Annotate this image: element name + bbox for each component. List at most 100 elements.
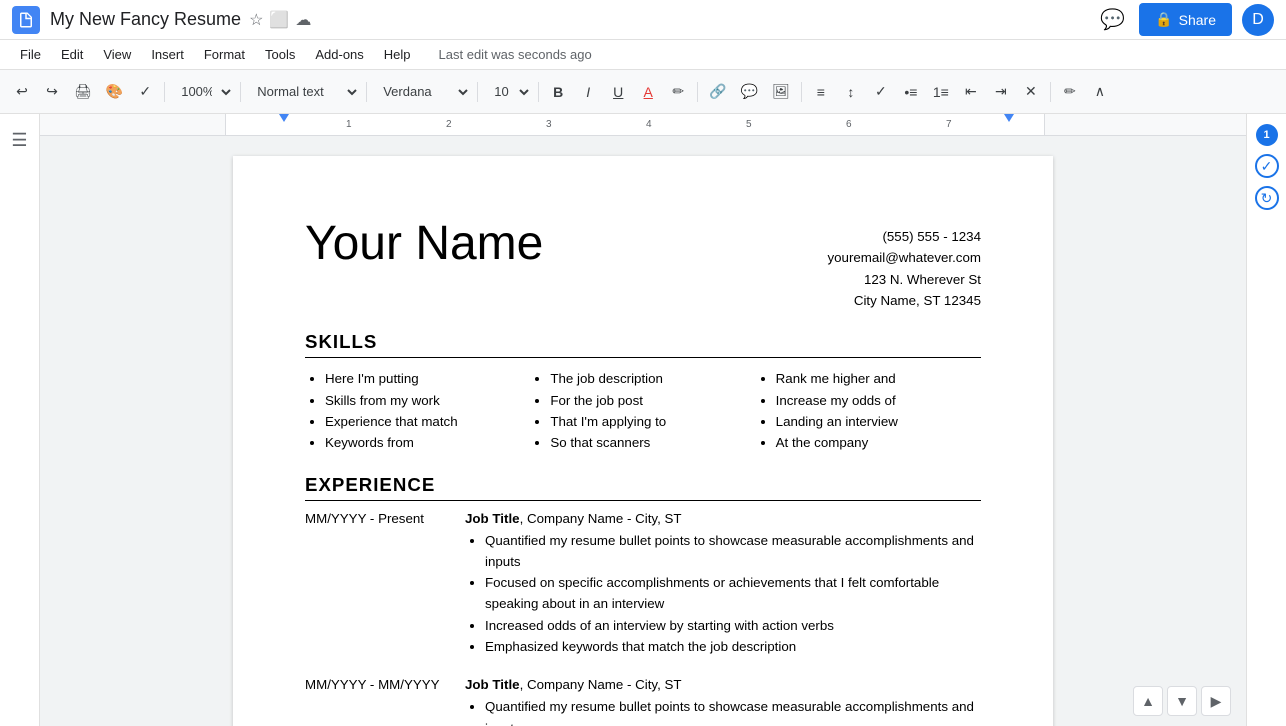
font-size-select[interactable]: 10 8 12 14 18 24: [483, 78, 533, 106]
experience-section: EXPERIENCE MM/YYYY - Present Job Title, …: [305, 474, 981, 726]
skill-item[interactable]: That I'm applying to: [550, 411, 755, 432]
skill-item[interactable]: Rank me higher and: [776, 368, 981, 389]
job-bullet[interactable]: Quantified my resume bullet points to sh…: [485, 530, 981, 573]
numbered-list-button[interactable]: 1≡: [927, 78, 955, 106]
right-check-button[interactable]: ✓: [1255, 154, 1279, 178]
menu-format[interactable]: Format: [196, 44, 253, 65]
menu-edit[interactable]: Edit: [53, 44, 91, 65]
menu-file[interactable]: File: [12, 44, 49, 65]
italic-button[interactable]: I: [574, 78, 602, 106]
cloud-icon[interactable]: ☁: [295, 10, 311, 30]
ruler-mark-7: 7: [946, 119, 952, 130]
underline-button[interactable]: U: [604, 78, 632, 106]
folder-icon[interactable]: ⬜: [269, 10, 289, 30]
ruler-left-indent[interactable]: [279, 114, 289, 122]
job-title-bold-2: Job Title: [465, 677, 520, 692]
job-title-1[interactable]: Job Title, Company Name - City, ST: [465, 511, 981, 526]
skill-item[interactable]: Experience that match: [325, 411, 530, 432]
job-company-2: , Company Name - City, ST: [520, 677, 682, 692]
contact-address[interactable]: 123 N. Wherever St: [827, 269, 981, 290]
line-spacing-button[interactable]: ↕: [837, 78, 865, 106]
skill-item[interactable]: Skills from my work: [325, 390, 530, 411]
skill-item[interactable]: Increase my odds of: [776, 390, 981, 411]
resume-name[interactable]: Your Name: [305, 216, 543, 271]
main-layout: ☰ 1 2 3 4 1 2 3 4 5 6 7: [0, 114, 1286, 726]
skill-item[interactable]: For the job post: [550, 390, 755, 411]
doc-scroll[interactable]: Your Name (555) 555 - 1234 youremail@wha…: [40, 136, 1246, 726]
text-color-button[interactable]: A: [634, 78, 662, 106]
menu-bar: File Edit View Insert Format Tools Add-o…: [0, 40, 1286, 70]
sidebar-outline-button[interactable]: ☰: [4, 124, 36, 156]
skill-item[interactable]: Keywords from: [325, 432, 530, 453]
comment-button[interactable]: 💬: [1096, 3, 1129, 36]
job-bullet[interactable]: Focused on specific accomplishments or a…: [485, 572, 981, 615]
share-icon: 🔒: [1155, 11, 1172, 28]
job-content-2: Job Title, Company Name - City, ST Quant…: [465, 677, 981, 726]
menu-tools[interactable]: Tools: [257, 44, 303, 65]
skill-item[interactable]: Landing an interview: [776, 411, 981, 432]
font-select[interactable]: Verdana Arial Times New Roman: [372, 78, 472, 106]
skills-list-1: Here I'm putting Skills from my work Exp…: [305, 368, 530, 453]
indent-decrease-button[interactable]: ⇤: [957, 78, 985, 106]
link-button[interactable]: 🔗: [703, 78, 732, 106]
contact-email[interactable]: youremail@whatever.com: [827, 247, 981, 268]
right-nav-button[interactable]: ↻: [1255, 186, 1279, 210]
menu-addons[interactable]: Add-ons: [307, 44, 371, 65]
menu-view[interactable]: View: [95, 44, 139, 65]
skill-item[interactable]: So that scanners: [550, 432, 755, 453]
doc-page[interactable]: Your Name (555) 555 - 1234 youremail@wha…: [233, 156, 1053, 726]
separator-1: [164, 82, 165, 102]
checklist-button[interactable]: ✓: [867, 78, 895, 106]
job-entry-2: MM/YYYY - MM/YYYY Job Title, Company Nam…: [305, 677, 981, 726]
clear-format-button[interactable]: ✕: [1017, 78, 1045, 106]
resume-header: Your Name (555) 555 - 1234 youremail@wha…: [305, 216, 981, 311]
expand-button[interactable]: ∧: [1086, 78, 1114, 106]
spell-check-button[interactable]: ✓: [131, 78, 159, 106]
menu-insert[interactable]: Insert: [143, 44, 192, 65]
highlight-button[interactable]: ✏: [664, 78, 692, 106]
doc-title[interactable]: My New Fancy Resume: [50, 9, 241, 30]
align-button[interactable]: ≡: [807, 78, 835, 106]
skill-item[interactable]: At the company: [776, 432, 981, 453]
scroll-up-button[interactable]: ▲: [1133, 686, 1163, 716]
job-bullets-2: Quantified my resume bullet points to sh…: [465, 696, 981, 726]
contact-city[interactable]: City Name, ST 12345: [827, 290, 981, 311]
undo-button[interactable]: ↩: [8, 78, 36, 106]
ruler-right-indent[interactable]: [1004, 114, 1014, 122]
share-button[interactable]: 🔒 Share: [1139, 3, 1232, 36]
skill-item[interactable]: The job description: [550, 368, 755, 389]
bullet-list-button[interactable]: •≡: [897, 78, 925, 106]
zoom-select[interactable]: 100% 75% 125% 150%: [170, 78, 235, 106]
contact-phone[interactable]: (555) 555 - 1234: [827, 226, 981, 247]
job-content-1: Job Title, Company Name - City, ST Quant…: [465, 511, 981, 658]
indent-increase-button[interactable]: ⇥: [987, 78, 1015, 106]
comment-insert-button[interactable]: 💬: [735, 78, 764, 106]
job-bullet[interactable]: Quantified my resume bullet points to sh…: [485, 696, 981, 726]
bold-button[interactable]: B: [544, 78, 572, 106]
separator-6: [697, 82, 698, 102]
right-sidebar: 1 ✓ ↻: [1246, 114, 1286, 726]
separator-8: [1050, 82, 1051, 102]
ruler-mark-6: 6: [846, 119, 852, 130]
print-button[interactable]: 🖨: [68, 78, 98, 106]
content-area: 1 2 3 4 5 6 7 Your Name (555) 555 - 1234…: [40, 114, 1246, 726]
ruler-mark-4: 4: [646, 119, 652, 130]
title-bar: My New Fancy Resume ☆ ⬜ ☁ 💬 🔒 Share D: [0, 0, 1286, 40]
paint-format-button[interactable]: 🎨: [100, 78, 129, 106]
skill-item[interactable]: Here I'm putting: [325, 368, 530, 389]
star-icon[interactable]: ☆: [249, 10, 263, 30]
editing-mode-button[interactable]: ✏: [1056, 78, 1084, 106]
image-button[interactable]: 🖼: [766, 78, 796, 106]
scroll-right-button[interactable]: ▶: [1201, 686, 1231, 716]
job-bullet[interactable]: Emphasized keywords that match the job d…: [485, 636, 981, 657]
redo-button[interactable]: ↪: [38, 78, 66, 106]
avatar[interactable]: D: [1242, 4, 1274, 36]
job-title-2[interactable]: Job Title, Company Name - City, ST: [465, 677, 981, 692]
text-style-select[interactable]: Normal text Heading 1 Heading 2 Title: [246, 78, 361, 106]
separator-5: [538, 82, 539, 102]
menu-help[interactable]: Help: [376, 44, 419, 65]
job-bullet[interactable]: Increased odds of an interview by starti…: [485, 615, 981, 636]
scroll-down-button[interactable]: ▼: [1167, 686, 1197, 716]
skills-divider: [305, 357, 981, 358]
job-title-bold-1: Job Title: [465, 511, 520, 526]
